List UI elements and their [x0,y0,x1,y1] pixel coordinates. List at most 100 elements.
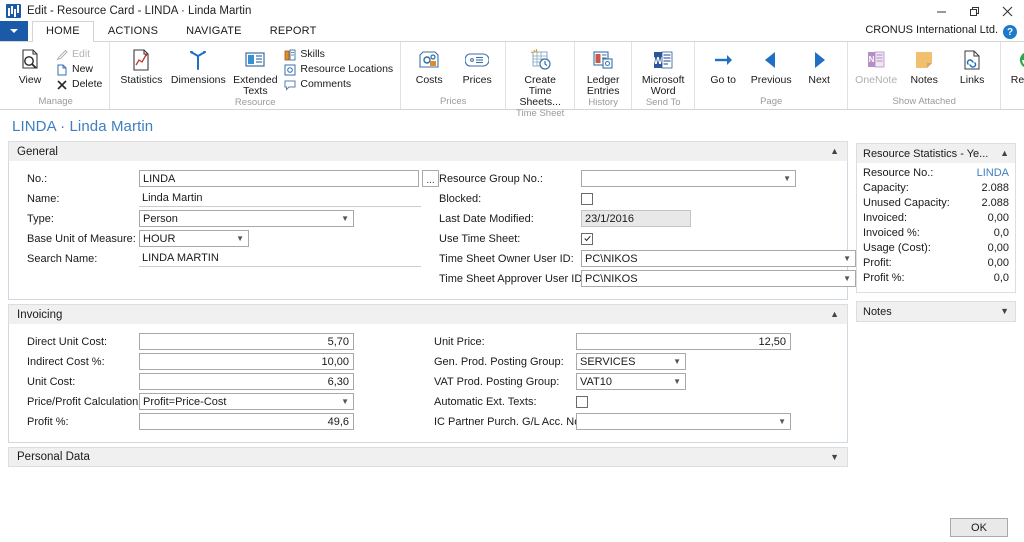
chevron-down-icon: ▼ [673,376,681,386]
comments-button[interactable]: Comments [282,77,396,92]
chevron-down-icon[interactable]: ▼ [830,452,839,462]
combo-type[interactable]: Person ▼ [139,210,354,227]
skills-button[interactable]: Skills [282,47,396,62]
view-button[interactable]: View [6,46,54,87]
field-row-price-profit-calculation: Price/Profit Calculation: Profit=Price-C… [27,392,434,411]
lookup-no-button[interactable]: ... [422,170,439,187]
prices-tag-icon [465,47,490,73]
combo-time-sheet-approver-user-id[interactable]: PC\NIKOS ▼ [581,270,856,287]
tab-home[interactable]: HOME [32,21,94,42]
combo-ic-partner-purch-gl-acc-no[interactable]: ▼ [576,413,791,430]
edit-button[interactable]: Edit [54,47,105,62]
notes-button[interactable]: Notes [900,46,948,87]
new-button-label: New [72,63,94,75]
fasttab-general-header[interactable]: General ▲ [8,141,848,161]
statistics-button[interactable]: Statistics [114,46,168,87]
close-icon[interactable] [991,0,1024,22]
chevron-up-icon[interactable]: ▲ [830,147,839,156]
combo-vat-prod-posting-group[interactable]: VAT10 ▼ [576,373,686,390]
delete-button[interactable]: Delete [54,77,105,92]
stat-value-profit-pct: 0,0 [993,272,1009,284]
restore-icon[interactable] [958,0,991,22]
input-no[interactable]: LINDA [139,170,419,187]
fasttab-general: General ▲ No.: LINDA ... Name: Linda Mar… [8,141,856,300]
tab-actions[interactable]: ACTIONS [94,21,172,41]
input-indirect-cost-pct[interactable]: 10,00 [139,353,354,370]
ledger-entries-button[interactable]: Ledger Entries [579,46,627,98]
input-profit-pct[interactable]: 49,6 [139,413,354,430]
onenote-button[interactable]: N OneNote [852,46,900,87]
input-name[interactable]: Linda Martin [139,190,421,207]
chevron-up-icon[interactable]: ▲ [1000,149,1009,158]
chevron-up-icon[interactable]: ▲ [830,310,839,319]
checkbox-blocked[interactable] [581,192,593,205]
comments-button-label: Comments [300,78,352,90]
combo-vat-prod-posting-group-value: VAT10 [580,375,612,388]
combo-gen-prod-posting-group[interactable]: SERVICES ▼ [576,353,686,370]
factbox-resource-statistics-header[interactable]: Resource Statistics - Ye... ▲ [857,144,1015,163]
edit-button-label: Edit [72,48,91,60]
new-button[interactable]: New [54,62,105,77]
delete-button-label: Delete [72,78,103,90]
extended-texts-button[interactable]: Extended Texts [228,46,282,98]
stat-value-resource-no[interactable]: LINDA [977,166,1009,181]
prices-button[interactable]: Prices [453,46,501,87]
checkbox-automatic-ext-texts[interactable] [576,395,588,408]
stat-row-usage-cost: Usage (Cost): 0,00 [863,241,1009,256]
field-row-unit-price: Unit Price: 12,50 [434,332,841,351]
next-button[interactable]: Next [795,46,843,87]
combo-base-unit-of-measure[interactable]: HOUR ▼ [139,230,249,247]
field-row-direct-unit-cost: Direct Unit Cost: 5,70 [27,332,434,351]
label-search-name: Search Name: [27,252,98,265]
help-icon[interactable]: ? [1003,25,1017,39]
previous-arrow-icon [759,47,783,73]
combo-price-profit-calculation[interactable]: Profit=Price-Cost ▼ [139,393,354,410]
fasttab-personal-data-title: Personal Data [17,451,90,463]
refresh-button-label: Refresh [1010,74,1024,86]
chevron-down-icon: ▼ [783,173,791,183]
resource-locations-button[interactable]: Resource Locations [282,62,396,77]
chevron-down-icon[interactable]: ▼ [1000,307,1009,316]
ribbon-group-send-to-title: Send To [645,97,681,108]
create-time-sheets-icon [527,47,553,73]
label-type: Type: [27,212,54,225]
input-unit-cost[interactable]: 6,30 [139,373,354,390]
field-row-time-sheet-owner-user-id: Time Sheet Owner User ID: PC\NIKOS ▼ [439,249,856,268]
extended-texts-icon [243,47,267,73]
field-row-time-sheet-approver-user-id: Time Sheet Approver User ID: PC\NIKOS ▼ [439,269,856,288]
field-row-search-name: Search Name: LINDA MARTIN [27,249,439,268]
input-search-name[interactable]: LINDA MARTIN [139,250,421,267]
costs-button[interactable]: Costs [405,46,453,87]
tab-report[interactable]: REPORT [256,21,331,41]
create-time-sheets-button[interactable]: Create Time Sheets... [510,46,570,109]
chevron-down-icon: ▼ [341,213,349,223]
stat-value-unused-capacity: 2.088 [981,197,1009,209]
checkbox-use-time-sheet[interactable] [581,232,593,245]
ribbon-group-page-filter-title: Page [1005,98,1024,109]
factbox-notes-header[interactable]: Notes ▼ [857,302,1015,321]
factbox-notes-title: Notes [863,305,892,318]
ok-button[interactable]: OK [950,518,1008,537]
label-no: No.: [27,172,48,185]
view-magnifier-icon [18,47,42,73]
stat-key-resource-no: Resource No.: [863,167,934,179]
links-button[interactable]: Links [948,46,996,87]
dimensions-button[interactable]: Dimensions [168,46,228,87]
stat-row-capacity: Capacity: 2.088 [863,181,1009,196]
microsoft-word-button[interactable]: W Microsoft Word [636,46,690,98]
tab-navigate[interactable]: NAVIGATE [172,21,256,41]
previous-button[interactable]: Previous [747,46,795,87]
minimize-icon[interactable] [925,0,958,22]
ribbon-group-history-title: History [588,97,618,108]
application-menu-button[interactable] [0,21,28,41]
combo-resource-group-no[interactable]: ▼ [581,170,796,187]
input-direct-unit-cost[interactable]: 5,70 [139,333,354,350]
fasttab-invoicing-header[interactable]: Invoicing ▲ [8,304,848,324]
combo-time-sheet-owner-user-id[interactable]: PC\NIKOS ▼ [581,250,856,267]
fasttab-personal-data-header[interactable]: Personal Data ▼ [8,447,848,467]
input-unit-price[interactable]: 12,50 [576,333,791,350]
refresh-button[interactable]: Refresh [1005,46,1024,87]
label-name: Name: [27,192,60,205]
go-to-button[interactable]: Go to [699,46,747,87]
window-title: Edit - Resource Card - LINDA · Linda Mar… [27,5,252,17]
